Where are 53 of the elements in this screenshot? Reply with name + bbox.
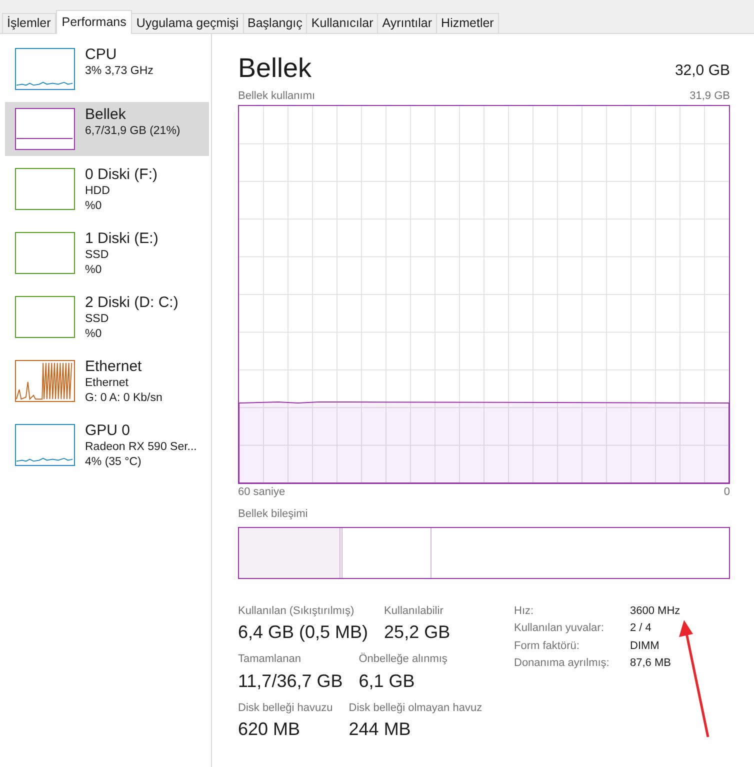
stat-value: 25,2 GB: [384, 621, 450, 644]
stat-label: Tamamlanan: [238, 652, 302, 667]
stat-value: 11,7/36,7 GB: [238, 670, 343, 692]
graph-max: 31,9 GB: [690, 89, 730, 104]
stat-label: Kullanılan (Sıkıştırılmış): [238, 604, 356, 618]
item-detail: %0: [85, 199, 103, 214]
stat-value: 620 MB: [238, 718, 302, 741]
stat-label: Kullanılabilir: [384, 604, 444, 618]
stat-value: 6,4 GB (0,5 MB): [238, 621, 368, 644]
detail-label: Hız:: [514, 604, 535, 618]
item-detail: 4% (35 °C): [85, 455, 142, 470]
item-detail: Radeon RX 590 Ser...: [85, 440, 197, 455]
tab[interactable]: Ayrıntılar: [377, 13, 438, 33]
item-title: GPU 0: [85, 422, 132, 440]
item-title: CPU: [85, 46, 118, 64]
total-memory: 32,0 GB: [674, 60, 730, 80]
item-title: 1 Diski (E:): [85, 230, 158, 248]
sidebar-item[interactable]: Bellek 6,7/31,9 GB (21%): [5, 102, 209, 156]
stat-label: Disk belleği havuzu: [238, 700, 333, 716]
composition-label: Bellek bileşimi: [238, 507, 308, 522]
detail-label: Form faktörü:: [514, 638, 580, 654]
stat-label: Önbelleğe alınmış: [358, 652, 448, 667]
detail-value: 3600 MHz: [630, 604, 680, 618]
item-detail: %0: [85, 263, 103, 278]
item-detail: 3% 3,73 GHz: [85, 64, 154, 79]
item-detail: SSD: [85, 248, 110, 263]
tab[interactable]: Hizmetler: [436, 13, 499, 33]
tab[interactable]: İşlemler: [2, 13, 56, 33]
item-title: Ethernet: [85, 358, 143, 376]
item-title: 2 Diski (D: C:): [85, 294, 178, 312]
item-title: 0 Diski (F:): [85, 166, 158, 184]
detail-value: DIMM: [630, 638, 660, 654]
page-title: Bellek: [238, 52, 312, 84]
detail-value: 87,6 MB: [630, 656, 672, 671]
stat-label: Disk belleği olmayan havuz: [348, 700, 482, 716]
tab[interactable]: Performans: [56, 10, 132, 34]
stat-value: 6,1 GB: [358, 670, 416, 692]
item-detail: HDD: [85, 184, 111, 199]
detail-label: Donanıma ayrılmış:: [514, 656, 610, 671]
item-detail: Ethernet: [85, 376, 130, 391]
time-axis-end: 0: [724, 484, 730, 500]
item-title: Bellek: [85, 106, 127, 124]
detail-label: Kullanılan yuvalar:: [514, 621, 605, 636]
item-detail: SSD: [85, 312, 110, 327]
tab[interactable]: Uygulama geçmişi: [131, 13, 244, 33]
time-axis-start: 60 saniye: [238, 484, 286, 500]
item-detail: 6,7/31,9 GB (21%): [85, 124, 180, 139]
detail-value: 2 / 4: [630, 621, 652, 636]
item-detail: %0: [85, 327, 103, 342]
tab[interactable]: Başlangıç: [242, 13, 308, 33]
stat-value: 244 MB: [348, 718, 412, 741]
graph-label: Bellek kullanımı: [238, 89, 316, 104]
item-detail: G: 0 A: 0 Kb/sn: [85, 391, 162, 406]
